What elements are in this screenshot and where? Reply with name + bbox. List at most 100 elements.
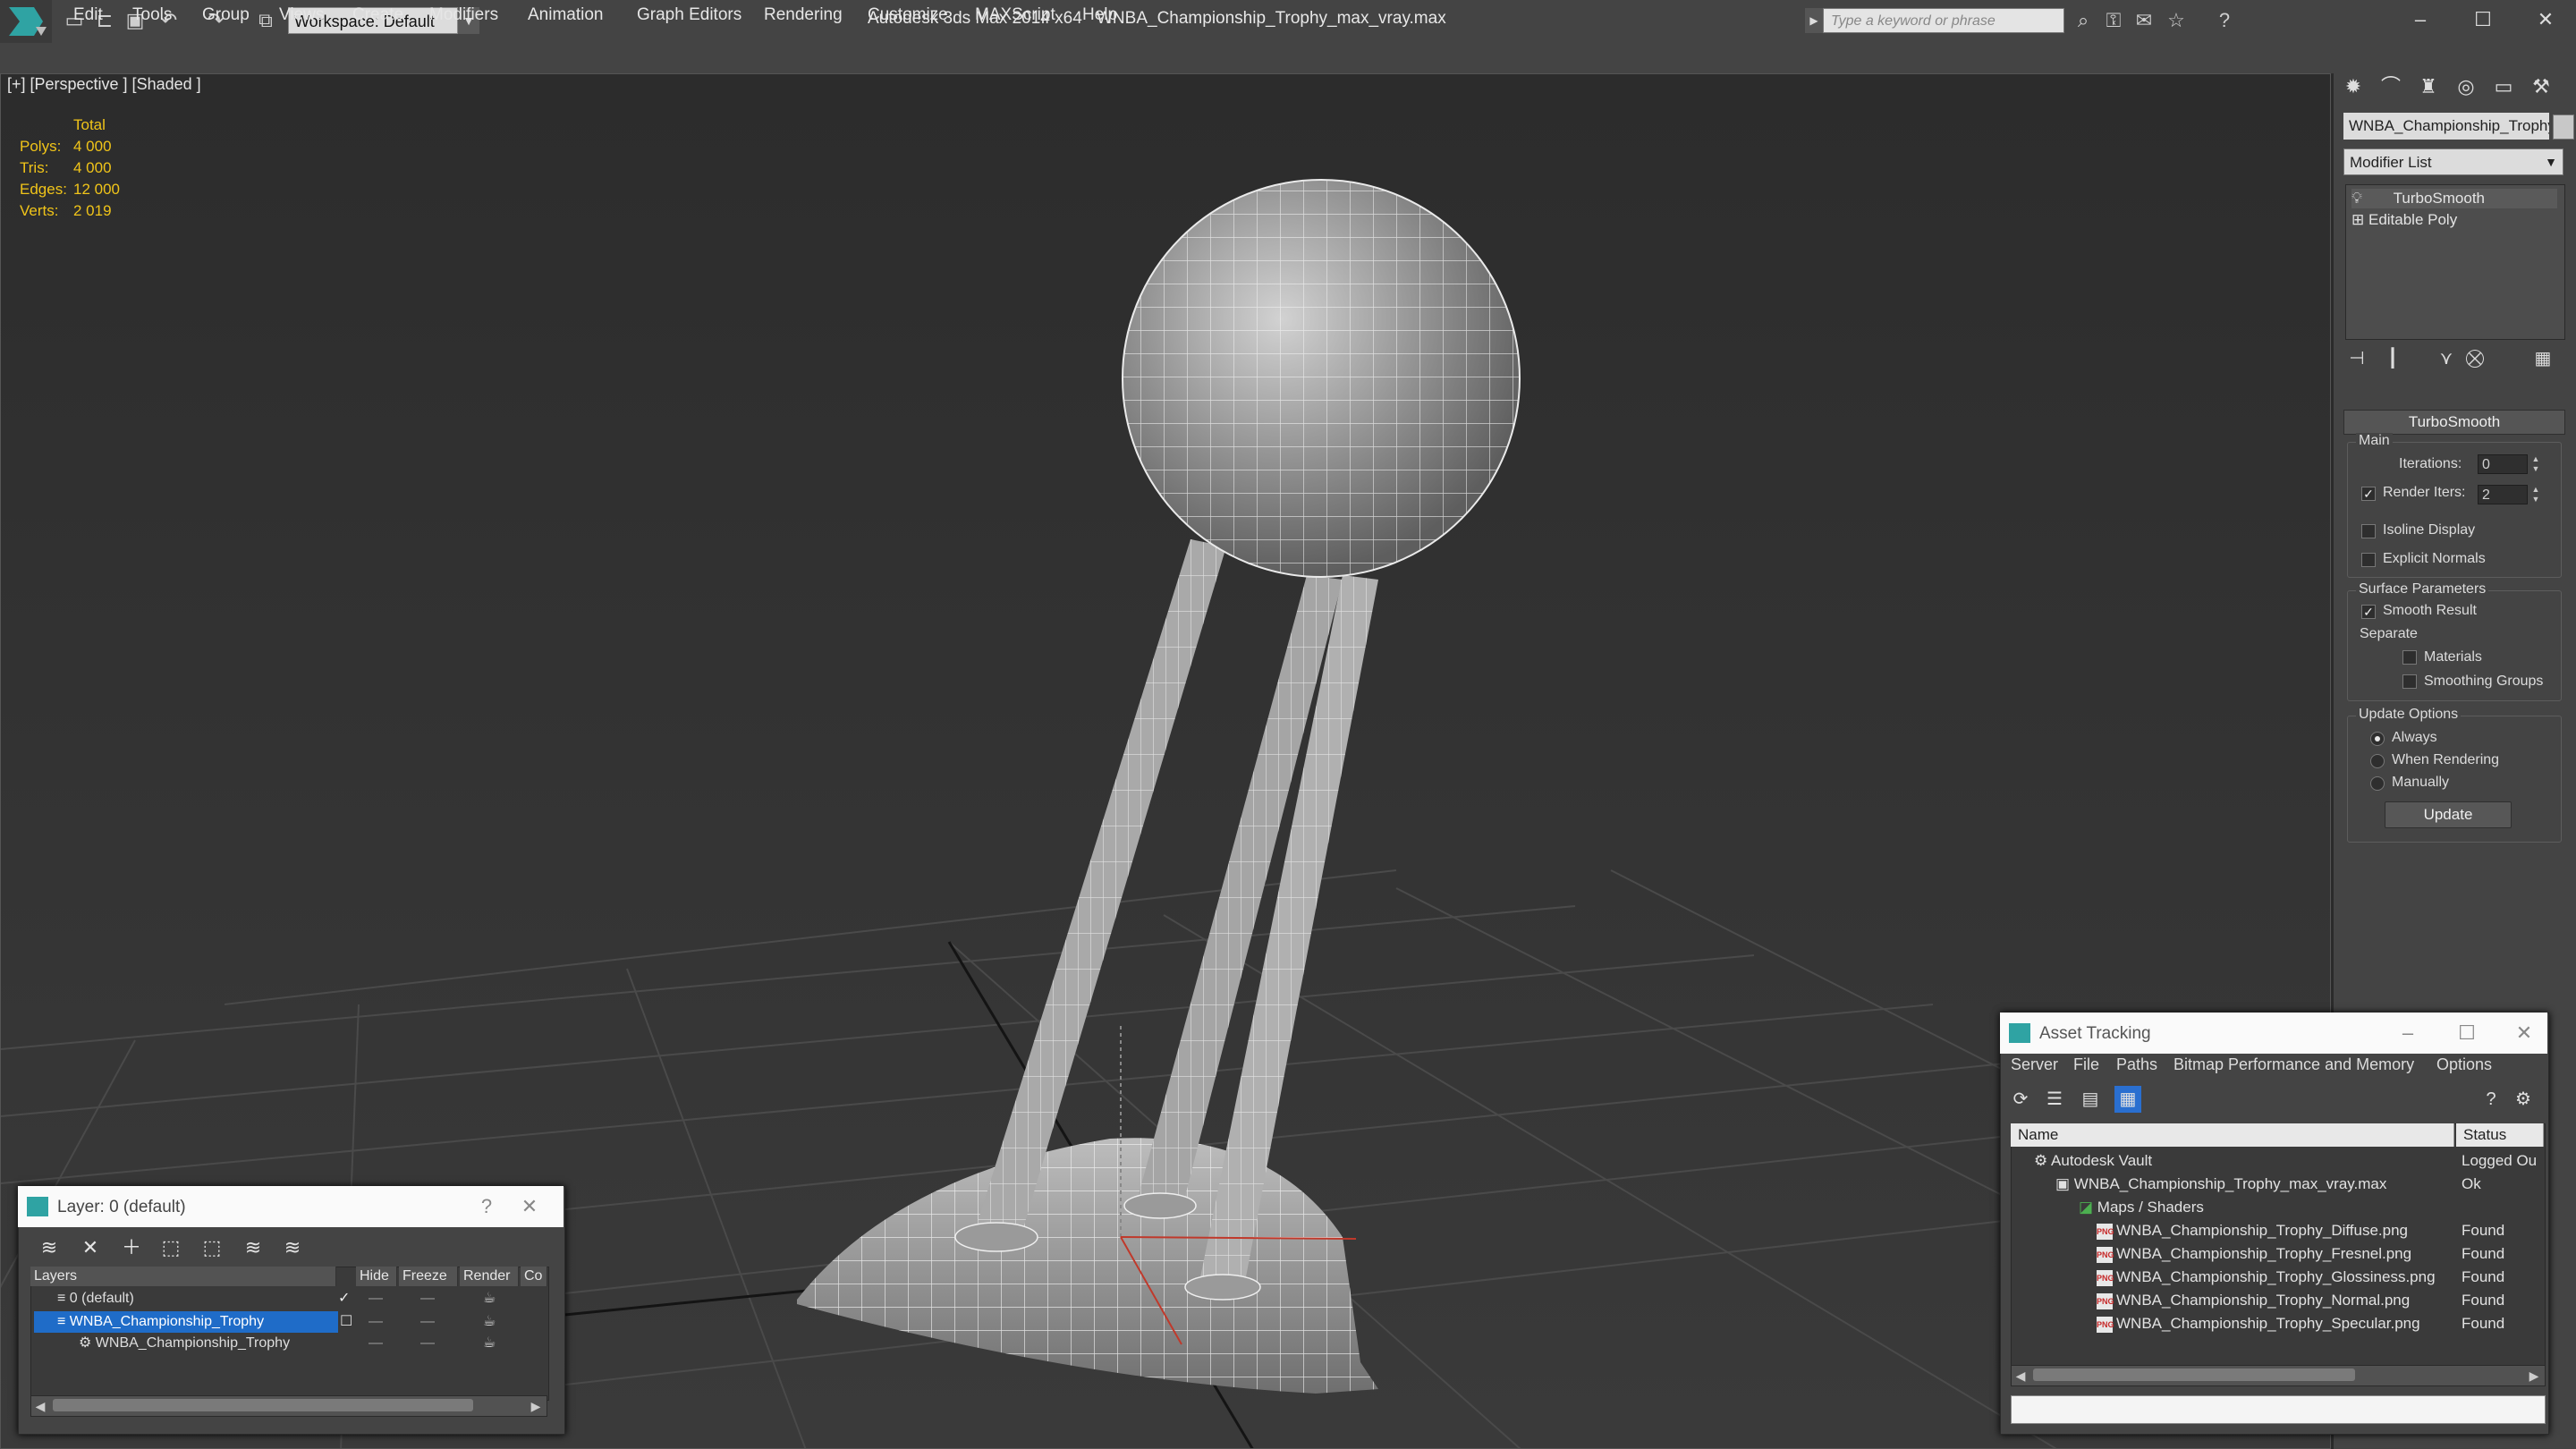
modify-tab-icon[interactable]: ⌒ (2376, 72, 2406, 102)
freeze-toggle[interactable]: — (420, 1288, 435, 1309)
list-view-icon[interactable]: ☰ (2041, 1086, 2068, 1113)
modifier-stack[interactable]: 💡︎ TurboSmooth ⊞ Editable Poly (2345, 184, 2565, 340)
asset-menu-paths[interactable]: Paths (2116, 1055, 2157, 1074)
render-teapot-icon[interactable]: ☕︎ (483, 1288, 496, 1309)
menu-create[interactable]: Create (352, 5, 403, 25)
asset-menu-server[interactable]: Server (2011, 1055, 2058, 1074)
app-logo-icon[interactable] (0, 0, 52, 43)
make-current-checkbox[interactable]: ☐ (340, 1311, 352, 1333)
rollout-turbosmooth-title[interactable]: TurboSmooth (2343, 410, 2565, 435)
smooth-result-checkbox[interactable]: ✓ (2361, 605, 2376, 619)
menu-edit[interactable]: Edit (73, 5, 103, 25)
smoothing-groups-checkbox[interactable] (2402, 674, 2417, 689)
layer-dialog-titlebar[interactable]: Layer: 0 (default) ? ✕ (18, 1186, 564, 1227)
minimize-button[interactable]: – (2390, 1020, 2426, 1046)
communication-icon[interactable]: ✉ (2132, 9, 2156, 32)
search-input[interactable]: Type a keyword or phrase (1823, 8, 2064, 33)
render-iters-checkbox[interactable]: ✓ (2361, 487, 2376, 501)
isoline-display-checkbox[interactable] (2361, 524, 2376, 538)
asset-tracking-titlebar[interactable]: Asset Tracking – ☐ ✕ (2000, 1013, 2547, 1054)
lightbulb-icon[interactable]: 💡︎ (2351, 190, 2362, 207)
menu-rendering[interactable]: Rendering (764, 5, 843, 25)
menu-customize[interactable]: Customize (868, 5, 948, 25)
asset-menu-bitmap-performance[interactable]: Bitmap Performance and Memory (2174, 1055, 2414, 1074)
scrollbar-thumb[interactable] (2033, 1368, 2355, 1381)
utilities-tab-icon[interactable]: ⚒ (2526, 72, 2556, 102)
render-iters-spinner[interactable]: 2 (2478, 485, 2528, 504)
materials-checkbox[interactable] (2402, 650, 2417, 665)
detail-view-icon[interactable]: ▤ (2077, 1086, 2104, 1113)
configure-sets-icon[interactable]: ▦ (2529, 345, 2556, 372)
iterations-spinner[interactable]: 0 (2478, 454, 2528, 474)
help-icon[interactable]: ? (2478, 1086, 2504, 1113)
table-view-icon[interactable]: ▦ (2114, 1086, 2141, 1113)
show-end-result-icon[interactable]: ┃ (2379, 345, 2406, 372)
freeze-all-icon[interactable]: ≋ (279, 1234, 306, 1261)
hide-toggle[interactable]: — (369, 1311, 383, 1333)
update-when-rendering-radio[interactable] (2370, 754, 2385, 768)
object-name-field[interactable]: WNBA_Championship_Trophy (2343, 113, 2549, 140)
highlight-layer-icon[interactable]: ⬚ (199, 1234, 225, 1261)
col-hide[interactable]: Hide (356, 1267, 397, 1286)
update-button[interactable]: Update (2385, 801, 2512, 828)
make-unique-icon[interactable]: ⋎ (2433, 345, 2460, 372)
hide-all-icon[interactable]: ≋ (240, 1234, 267, 1261)
asset-row-glossiness[interactable]: PNG WNBA_Championship_Trophy_Glossiness.p… (2097, 1266, 2436, 1289)
spinner-arrows-icon[interactable]: ▲ ▼ (2529, 485, 2542, 504)
project-folder-icon[interactable]: ⧉ (254, 9, 277, 32)
pin-stack-icon[interactable]: ⊣ (2343, 345, 2370, 372)
asset-path-field[interactable] (2011, 1395, 2546, 1424)
remove-modifier-icon[interactable]: ⛒ (2462, 345, 2488, 372)
asset-menu-file[interactable]: File (2073, 1055, 2099, 1074)
scroll-right-icon[interactable]: ▶ (527, 1396, 545, 1416)
asset-row-specular[interactable]: PNG WNBA_Championship_Trophy_Specular.png (2097, 1312, 2420, 1335)
col-layers[interactable]: Layers (30, 1267, 336, 1286)
create-tab-icon[interactable]: ✹ (2338, 72, 2368, 102)
asset-row-max-file[interactable]: ▣ WNBA_Championship_Trophy_max_vray.max (2055, 1173, 2386, 1196)
modifier-list-dropdown[interactable]: Modifier List (2343, 148, 2563, 175)
render-teapot-icon[interactable]: ☕︎ (483, 1333, 496, 1354)
col-status[interactable]: Status (2456, 1123, 2544, 1147)
favorites-icon[interactable]: ☆ (2165, 9, 2188, 32)
update-manually-radio[interactable] (2370, 776, 2385, 791)
settings-icon[interactable]: ⚙ (2510, 1086, 2537, 1113)
asset-menu-options[interactable]: Options (2436, 1055, 2492, 1074)
menu-group[interactable]: Group (202, 5, 250, 25)
spinner-arrows-icon[interactable]: ▲ ▼ (2529, 454, 2542, 474)
asset-row-diffuse[interactable]: PNG WNBA_Championship_Trophy_Diffuse.png (2097, 1219, 2408, 1242)
layer-row-default[interactable]: ≡ 0 (default) (57, 1288, 134, 1309)
scroll-left-icon[interactable]: ◀ (2012, 1366, 2029, 1385)
search-expand-icon[interactable]: ▶ (1805, 8, 1823, 33)
layer-row-trophy[interactable]: ≡ WNBA_Championship_Trophy (34, 1311, 338, 1333)
subscription-icon[interactable]: ⚿ (2102, 9, 2125, 32)
freeze-toggle[interactable]: — (420, 1311, 435, 1333)
col-render[interactable]: Render (460, 1267, 519, 1286)
display-tab-icon[interactable]: ▭ (2488, 72, 2519, 102)
col-color[interactable]: Co (521, 1267, 547, 1286)
col-freeze[interactable]: Freeze (399, 1267, 458, 1286)
render-teapot-icon[interactable]: ☕︎ (483, 1311, 496, 1333)
help-button[interactable]: ? (469, 1193, 504, 1220)
asset-row-fresnel[interactable]: PNG WNBA_Championship_Trophy_Fresnel.png (2097, 1242, 2411, 1266)
add-layer-icon[interactable]: ＋ (118, 1234, 145, 1261)
stack-item-editable-poly[interactable]: ⊞ Editable Poly (2351, 210, 2557, 230)
scrollbar-thumb[interactable] (53, 1399, 473, 1411)
layer-horizontal-scrollbar[interactable]: ◀ ▶ (30, 1395, 547, 1417)
motion-tab-icon[interactable]: ◎ (2451, 72, 2481, 102)
stack-item-turbosmooth[interactable]: 💡︎ TurboSmooth (2351, 189, 2557, 208)
menu-help[interactable]: Help (1082, 5, 1117, 25)
minimize-button[interactable]: – (2394, 4, 2447, 36)
col-name[interactable]: Name (2011, 1123, 2454, 1147)
close-button[interactable]: ✕ (2519, 4, 2572, 36)
scroll-left-icon[interactable]: ◀ (31, 1396, 49, 1416)
delete-layer-icon[interactable]: ✕ (77, 1234, 104, 1261)
hide-toggle[interactable]: — (369, 1333, 383, 1354)
maximize-button[interactable]: ☐ (2456, 4, 2510, 36)
close-icon[interactable]: ✕ (512, 1193, 547, 1220)
viewport-label[interactable]: [+] [Perspective ] [Shaded ] (7, 75, 201, 94)
chevron-down-icon[interactable]: ▼ (2540, 150, 2562, 174)
close-icon[interactable]: ✕ (2506, 1020, 2542, 1046)
active-layer-check-icon[interactable]: ✓ (338, 1288, 350, 1309)
maximize-button[interactable]: ☐ (2449, 1020, 2485, 1046)
explicit-normals-checkbox[interactable] (2361, 553, 2376, 567)
